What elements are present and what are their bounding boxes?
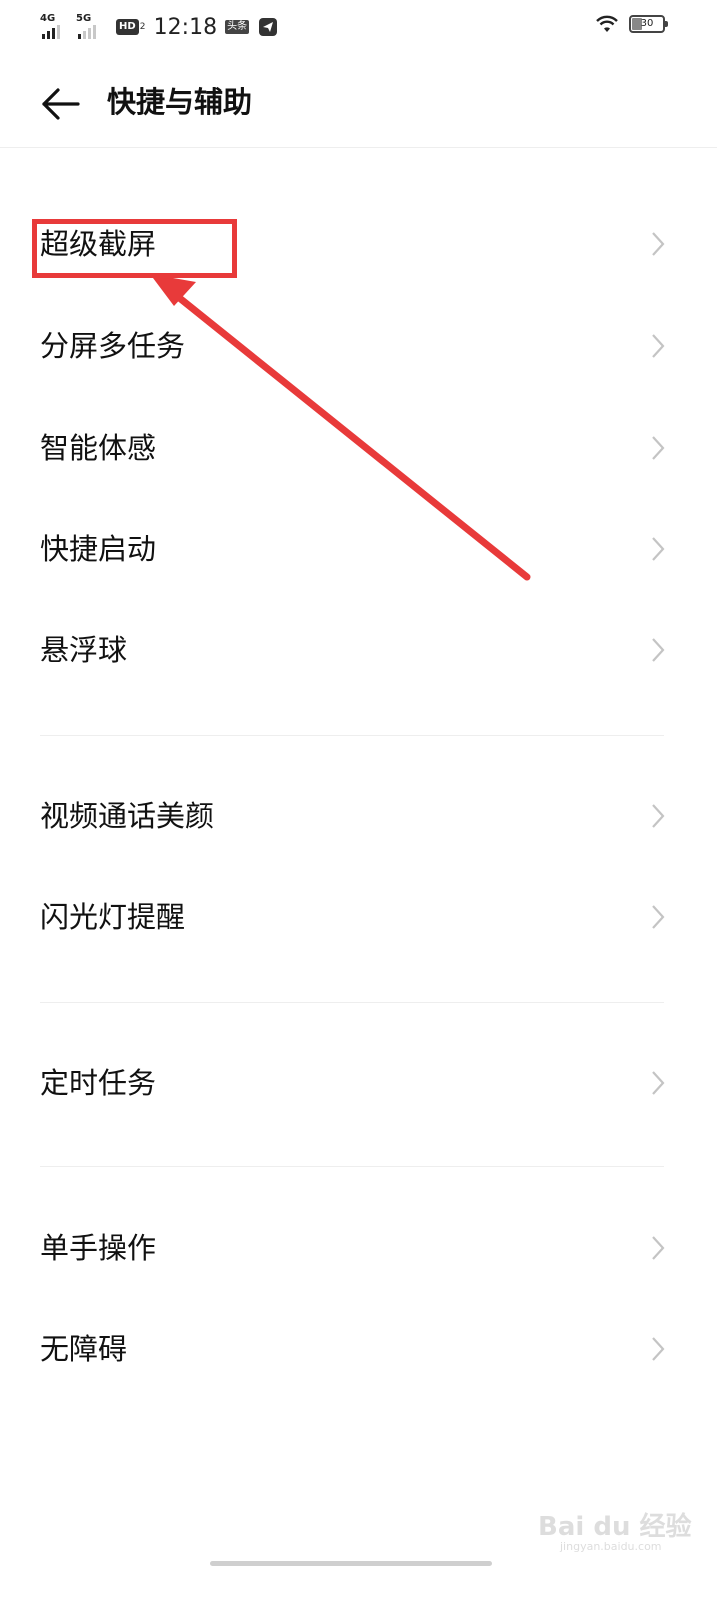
baidu-watermark: Bai du 经验 jingyan.baidu.com [538,1488,698,1558]
hd-voice-icon: HD 2 [116,19,146,35]
wifi-icon [596,15,618,32]
item-label: 闪光灯提醒 [40,900,186,934]
group-divider [40,735,664,736]
sim1-network-label: 4G [40,13,56,24]
status-right: 30 [595,14,668,34]
item-label: 无障碍 [40,1332,128,1366]
item-label: 智能体感 [40,431,157,465]
chevron-right-icon [652,804,665,828]
status-time: 12:18 [153,14,218,40]
home-indicator[interactable] [210,1561,492,1566]
back-arrow-icon[interactable] [38,84,82,124]
chevron-right-icon [652,905,665,929]
item-label: 单手操作 [40,1231,157,1265]
chevron-right-icon [652,1236,665,1260]
hd-sub-label: 2 [139,21,146,32]
item-label: 分屏多任务 [40,329,186,363]
settings-item-split-screen[interactable]: 分屏多任务 [0,298,717,398]
chevron-right-icon [652,436,665,460]
hd-label: HD [116,19,139,35]
battery-icon: 30 [629,15,668,33]
settings-item-accessibility[interactable]: 无障碍 [0,1301,717,1401]
settings-item-floating-ball[interactable]: 悬浮球 [0,602,717,702]
item-label: 快捷启动 [40,532,157,566]
chevron-right-icon [652,1337,665,1361]
page-title: 快捷与辅助 [107,85,253,119]
group-divider [40,1166,664,1167]
settings-item-scheduled-tasks[interactable]: 定时任务 [0,1035,717,1135]
annotation-highlight-box [32,219,237,278]
chevron-right-icon [652,1071,665,1095]
chevron-right-icon [652,638,665,662]
group-divider [40,1002,664,1003]
chevron-right-icon [652,537,665,561]
news-app-icon: 头条 [225,20,250,34]
sim2-network-label: 5G [76,13,92,24]
chevron-right-icon [652,334,665,358]
watermark-main: Bai du 经验 [538,1512,692,1542]
item-label: 视频通话美颜 [40,799,215,833]
status-bar: 4G 5G HD 2 12:18 头条 30 [0,0,717,56]
settings-item-one-hand-mode[interactable]: 单手操作 [0,1200,717,1300]
watermark-sub: jingyan.baidu.com [560,1540,662,1553]
sim2-signal-icon: 5G [76,14,106,40]
settings-item-smart-motion[interactable]: 智能体感 [0,400,717,500]
status-left: 4G 5G HD 2 12:18 头条 [40,12,278,42]
page-header: 快捷与辅助 [0,70,717,140]
settings-item-quick-launch[interactable]: 快捷启动 [0,501,717,601]
sim1-signal-icon: 4G [40,14,70,40]
chevron-right-icon [652,232,665,256]
header-divider [0,147,717,148]
item-label: 定时任务 [40,1066,157,1100]
item-label: 悬浮球 [40,633,128,667]
send-app-icon [259,18,278,36]
settings-item-video-call-beauty[interactable]: 视频通话美颜 [0,768,717,868]
battery-level: 30 [640,18,654,29]
settings-item-flash-reminder[interactable]: 闪光灯提醒 [0,869,717,969]
